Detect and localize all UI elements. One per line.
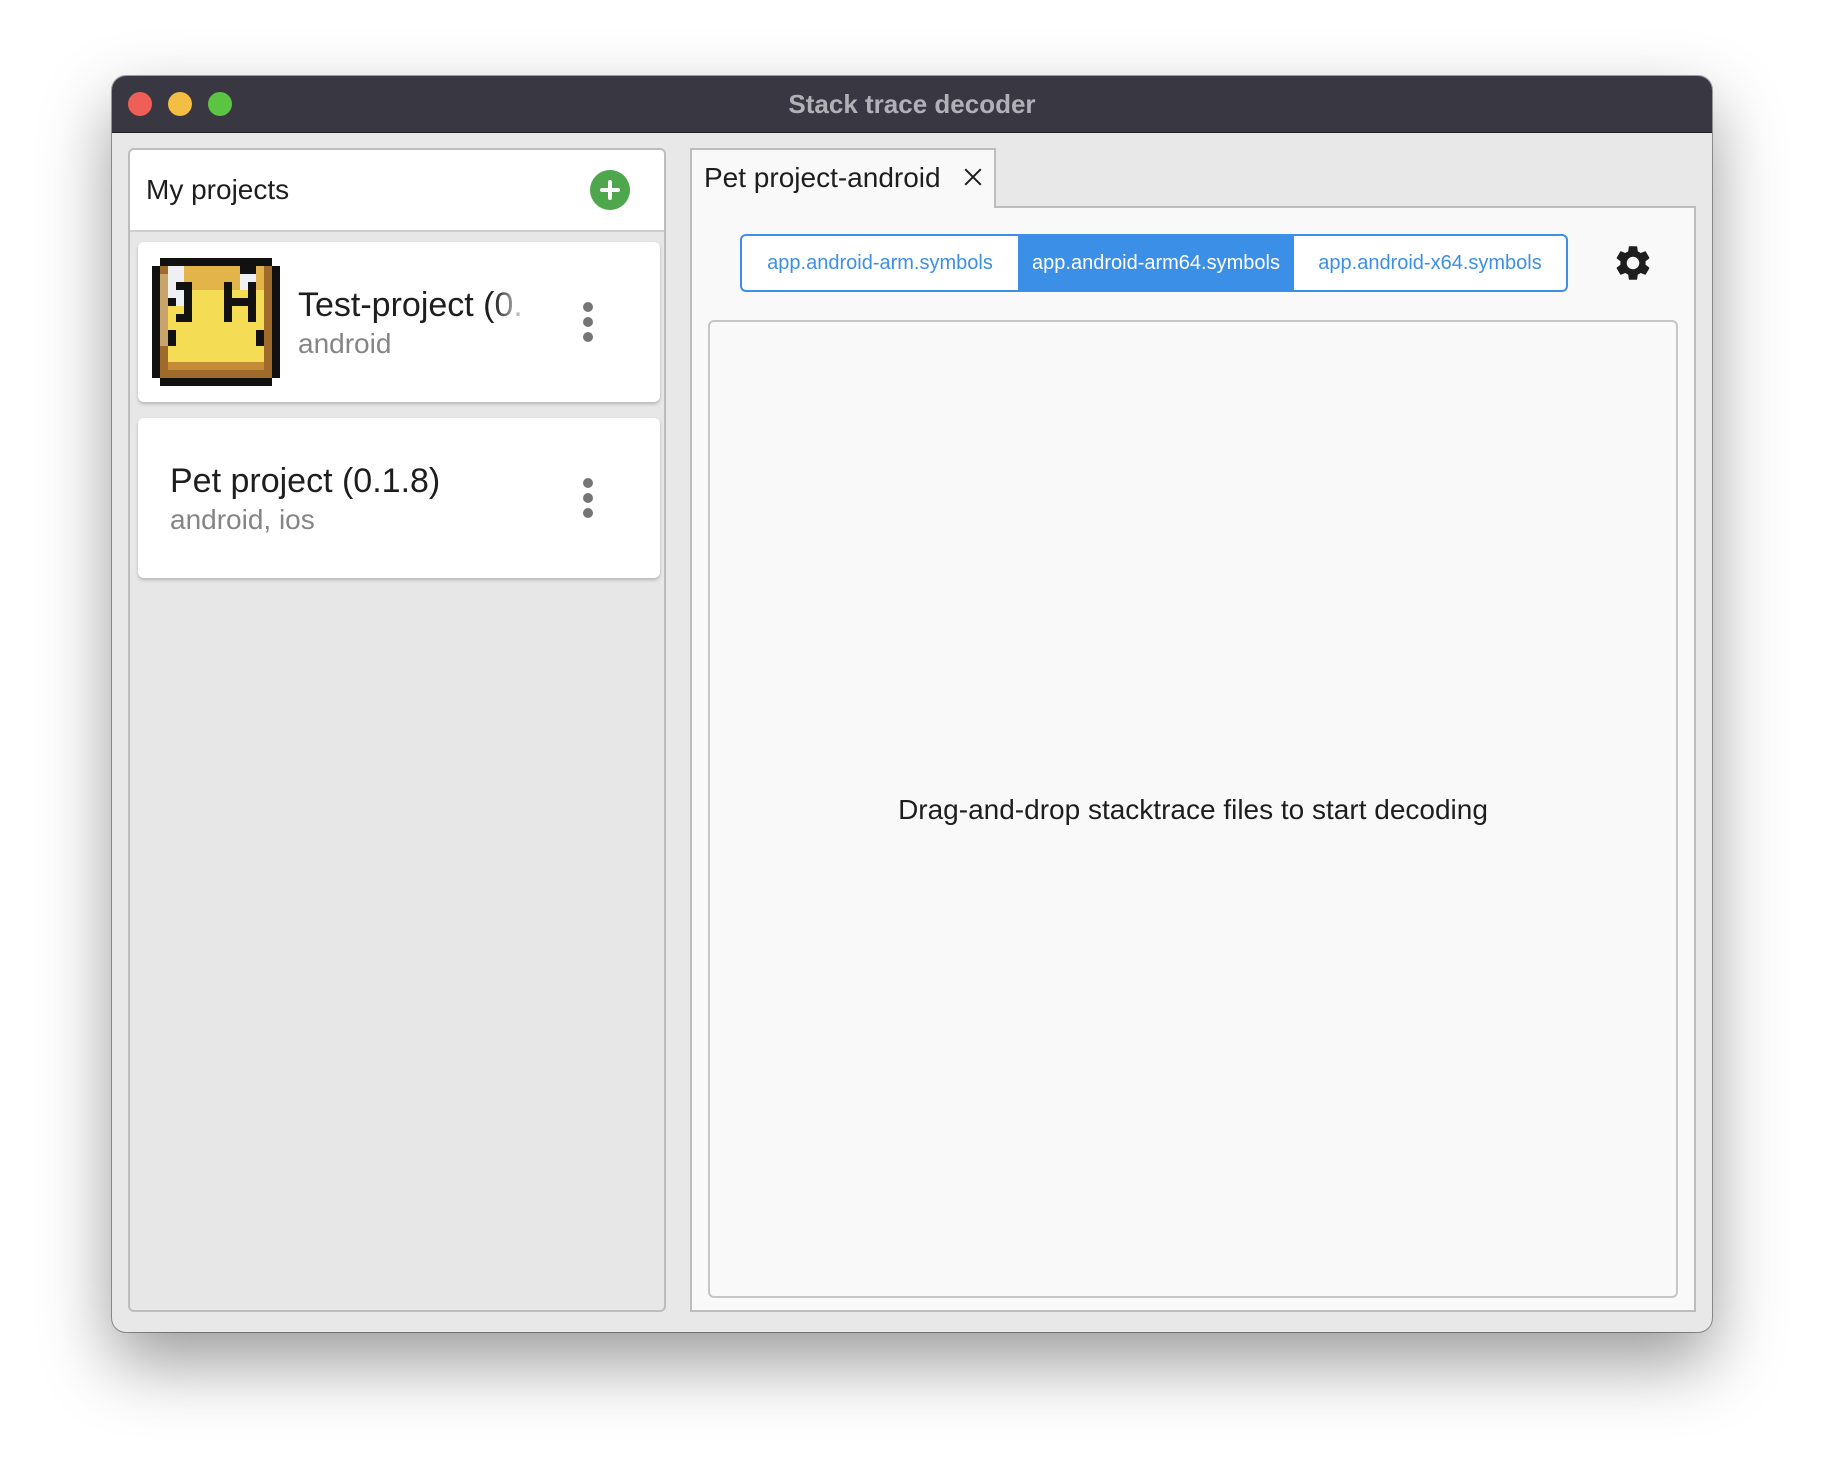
gear-icon[interactable] xyxy=(1612,242,1654,284)
sidebar-header: My projects xyxy=(130,150,664,232)
drop-zone-message: Drag-and-drop stacktrace files to start … xyxy=(898,794,1488,825)
symbols-option-arm[interactable]: app.android-arm.symbols xyxy=(742,236,1018,290)
decoder-panel: app.android-arm.symbols app.android-arm6… xyxy=(690,206,1696,1312)
symbols-segmented-control: app.android-arm.symbols app.android-arm6… xyxy=(740,234,1568,292)
sidebar-title: My projects xyxy=(146,174,290,205)
symbols-option-x64[interactable]: app.android-x64.symbols xyxy=(1294,236,1566,290)
project-platforms: android xyxy=(298,328,392,359)
projects-sidebar: My projects Test-project (0. android Pet… xyxy=(128,148,666,1312)
project-menu-icon[interactable] xyxy=(578,474,598,522)
tab-pet-project-android[interactable]: Pet project-android xyxy=(690,148,996,208)
symbols-option-arm64[interactable]: app.android-arm64.symbols xyxy=(1018,236,1294,290)
app-window: Stack trace decoder My projects Test-pro… xyxy=(112,76,1712,1332)
project-name: Test-project (0. xyxy=(298,286,523,324)
project-card-test-project[interactable]: Test-project (0. android xyxy=(138,242,660,402)
project-card-pet-project[interactable]: Pet project (0.1.8) android, ios xyxy=(138,418,660,578)
project-name: Pet project (0.1.8) xyxy=(170,462,441,500)
stacktrace-drop-zone[interactable]: Drag-and-drop stacktrace files to start … xyxy=(708,320,1678,1298)
project-platforms: android, ios xyxy=(170,504,315,535)
title-bar[interactable]: Stack trace decoder xyxy=(112,76,1712,133)
add-project-button[interactable] xyxy=(590,170,630,210)
window-title: Stack trace decoder xyxy=(788,89,1036,119)
project-menu-icon[interactable] xyxy=(578,298,598,346)
close-icon[interactable] xyxy=(962,166,984,188)
project-avatar-icon xyxy=(152,258,280,386)
tab-label: Pet project-android xyxy=(704,162,941,193)
